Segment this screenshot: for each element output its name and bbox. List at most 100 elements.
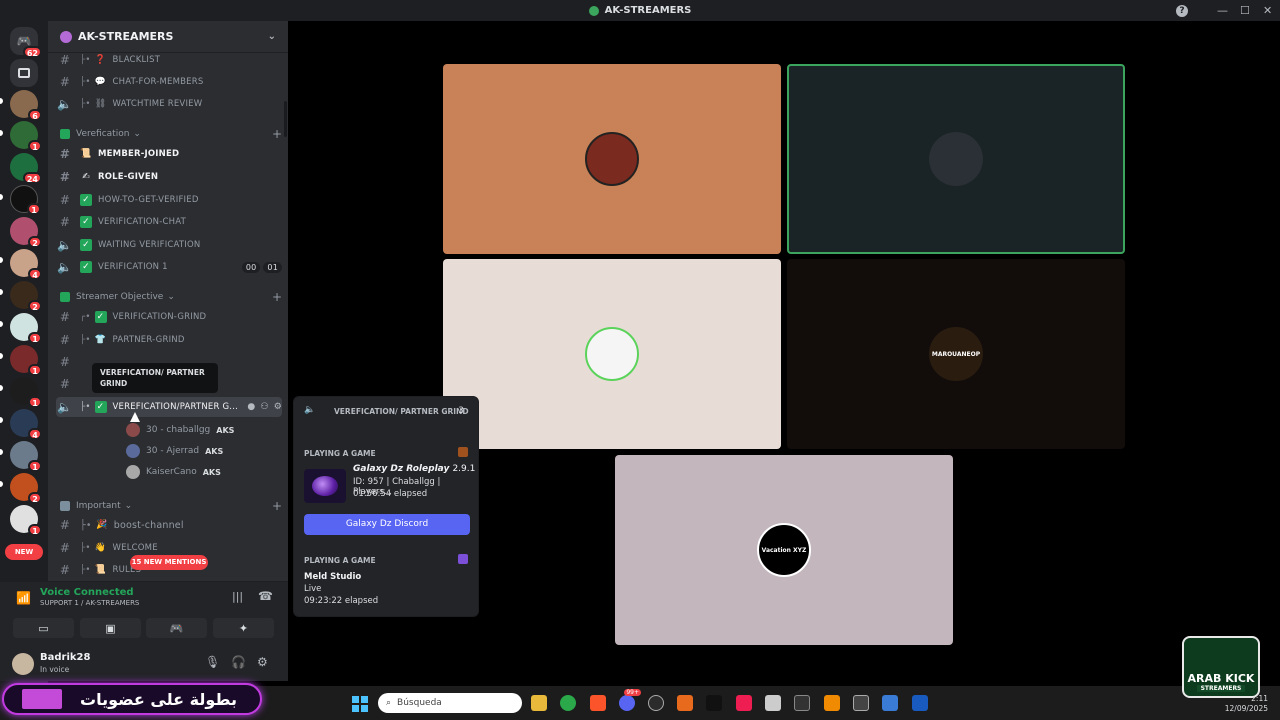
channel-waiting-verification[interactable]: 🔈 ✓ WAITING VERIFICATION xyxy=(56,235,282,255)
activities-button[interactable]: 🎮 xyxy=(146,618,207,638)
server-icon[interactable]: 1 xyxy=(10,121,42,152)
server-icon[interactable]: 1 xyxy=(10,185,41,215)
server-badge: 4 xyxy=(28,428,42,440)
add-channel-icon[interactable]: + xyxy=(272,290,282,304)
channel-label: PARTNER-GRIND xyxy=(112,335,185,345)
server-icon[interactable]: 1 xyxy=(10,505,42,536)
channel-blacklist[interactable]: # ├• ❓ BLACKLIST xyxy=(56,50,282,70)
discord-icon[interactable]: 99+ xyxy=(619,689,641,711)
participant-tile[interactable]: ⊘ xyxy=(443,259,805,449)
invite-icon[interactable]: ⚇ xyxy=(260,402,268,412)
app-icon[interactable] xyxy=(853,695,869,711)
noise-suppression-icon[interactable]: ||| xyxy=(232,590,243,603)
question-emoji-icon: ❓ xyxy=(94,55,107,65)
terminal-icon[interactable] xyxy=(794,695,810,711)
channel-verification-grind[interactable]: # ┌• ✓ VERIFICATION-GRIND xyxy=(56,307,282,327)
help-icon[interactable]: ? xyxy=(1176,0,1188,21)
channel-verification-1[interactable]: 🔈 ✓ VERIFICATION 1 00 01 xyxy=(56,257,282,277)
game-title: Galaxy Dz Roleplay 2.9.1 xyxy=(353,464,475,474)
brave-icon[interactable] xyxy=(590,695,606,711)
inbox-button[interactable] xyxy=(10,59,38,87)
server-icon[interactable]: 1 xyxy=(10,313,42,344)
channel-member-joined[interactable]: # 📜 MEMBER-JOINED xyxy=(56,144,282,164)
avatar[interactable] xyxy=(12,653,34,675)
channel-boost-channel[interactable]: # ├• 🎉 boost-channel xyxy=(56,515,282,535)
direct-messages-button[interactable]: 🎮 62 xyxy=(10,27,42,58)
app-icon[interactable] xyxy=(677,695,693,711)
voice-user[interactable]: 30 - Ajerrad AKS ⊘ xyxy=(126,442,223,460)
server-icon[interactable]: 1 xyxy=(10,377,42,408)
gear-icon[interactable]: ⚙ xyxy=(274,402,282,412)
join-discord-button[interactable]: Galaxy Dz Discord xyxy=(304,514,470,535)
scroll-emoji-icon: 📜 xyxy=(80,149,92,159)
obs-icon[interactable] xyxy=(648,695,664,711)
new-servers-pill[interactable]: NEW xyxy=(5,544,43,560)
participant-tile-speaking[interactable] xyxy=(787,64,1125,254)
scrollbar[interactable] xyxy=(284,101,287,137)
category-verefication[interactable]: Verefication ⌄ + xyxy=(60,125,282,143)
server-icon[interactable]: 6 xyxy=(10,90,42,121)
minimize-button[interactable]: — xyxy=(1217,0,1228,21)
category-important[interactable]: Important ⌄ + xyxy=(60,497,282,515)
new-mentions-pill[interactable]: 15 NEW MENTIONS xyxy=(130,555,208,570)
server-icon[interactable]: 2 xyxy=(10,473,42,504)
channel-how-to-get-verified[interactable]: # ✓ HOW-TO-GET-VERIFIED xyxy=(56,190,282,210)
disconnect-icon[interactable]: ☎ xyxy=(258,589,273,603)
guild-header[interactable]: AK-STREAMERS ⌄ xyxy=(48,21,288,53)
thread-branch-icon: ├• xyxy=(80,565,91,575)
voice-user[interactable]: 30 - chaballgg AKS ⊘ xyxy=(126,421,234,439)
tiktok-icon[interactable] xyxy=(706,695,722,711)
channel-verefication-partner-grind[interactable]: 🔈 ├• ✓ VEREFICATION/PARTNER G... ● ⚇ ⚙ xyxy=(56,397,282,417)
microphone-icon[interactable]: 🎙 xyxy=(205,655,220,669)
signal-icon[interactable]: 📶 xyxy=(16,591,31,605)
participant-tile[interactable]: Vacation XYZ xyxy=(615,455,953,645)
add-channel-icon[interactable]: + xyxy=(272,499,282,513)
participant-tile[interactable]: MAROUANEOP xyxy=(787,259,1125,449)
server-badge: 2 xyxy=(28,492,42,504)
channel-role-given[interactable]: # ✍ ROLE-GIVEN xyxy=(56,167,282,187)
channel-label: ROLE-GIVEN xyxy=(98,172,159,182)
word-icon[interactable] xyxy=(912,695,928,711)
tiktok-live-icon[interactable] xyxy=(736,695,752,711)
server-icon[interactable]: 24 xyxy=(10,153,42,184)
orb-icon xyxy=(312,476,338,496)
camera-button[interactable]: ▭ xyxy=(13,618,74,638)
channel-verification-chat[interactable]: # ✓ VERIFICATION-CHAT xyxy=(56,212,282,232)
voice-status[interactable]: Voice Connected xyxy=(40,587,134,598)
server-icon[interactable]: 1 xyxy=(10,441,42,472)
add-channel-icon[interactable]: + xyxy=(272,127,282,141)
gear-icon[interactable]: ⚙ xyxy=(257,655,268,669)
thread-branch-icon: ├• xyxy=(80,99,91,109)
voice-channel-name[interactable]: SUPPORT 1 / AK-STREAMERS xyxy=(40,599,139,607)
server-icon[interactable]: 2 xyxy=(10,281,42,312)
screen-share-button[interactable]: ▣ xyxy=(80,618,141,638)
chrome-icon[interactable] xyxy=(560,695,576,711)
category-streamer-objective[interactable]: Streamer Objective ⌄ + xyxy=(60,288,282,306)
channel-partner-grind[interactable]: # ├• 👕 PARTNER-GRIND xyxy=(56,330,282,350)
username[interactable]: Badrik28 xyxy=(40,652,90,663)
server-icon[interactable]: 2 xyxy=(10,217,42,248)
channel-chat-for-members[interactable]: # ├• 💬 CHAT-FOR-MEMBERS xyxy=(56,72,282,92)
server-icon[interactable]: 1 xyxy=(10,345,42,376)
discord-app-icon xyxy=(588,5,599,16)
participant-tile[interactable] xyxy=(443,64,781,254)
app-icon[interactable] xyxy=(765,695,781,711)
server-icon[interactable]: 4 xyxy=(10,249,42,280)
close-button[interactable]: ✕ xyxy=(1263,0,1272,21)
voice-user[interactable]: KaiserCano AKS ⊘ xyxy=(126,463,221,481)
text-channel-icon: # xyxy=(59,215,71,229)
soundboard-button[interactable]: ✦ xyxy=(213,618,274,638)
category-label: Streamer Objective xyxy=(76,292,164,302)
chat-bubble-icon[interactable]: ● xyxy=(247,402,255,412)
server-icon[interactable]: 4 xyxy=(10,409,42,440)
headphones-icon[interactable]: 🎧 xyxy=(231,655,246,669)
maximize-button[interactable]: ☐ xyxy=(1240,0,1250,21)
vlc-icon[interactable] xyxy=(824,695,840,711)
guild-name: AK-STREAMERS xyxy=(78,30,174,43)
file-explorer-icon[interactable] xyxy=(531,695,547,711)
thread-branch-icon: ├• xyxy=(80,402,91,412)
channel-watchtime-review[interactable]: 🔈 ├• ⛓ WATCHTIME REVIEW xyxy=(56,94,282,114)
windows-start-icon[interactable] xyxy=(352,696,368,712)
app-icon[interactable] xyxy=(882,695,898,711)
taskbar-search[interactable]: ⌕ Búsqueda xyxy=(378,693,522,713)
